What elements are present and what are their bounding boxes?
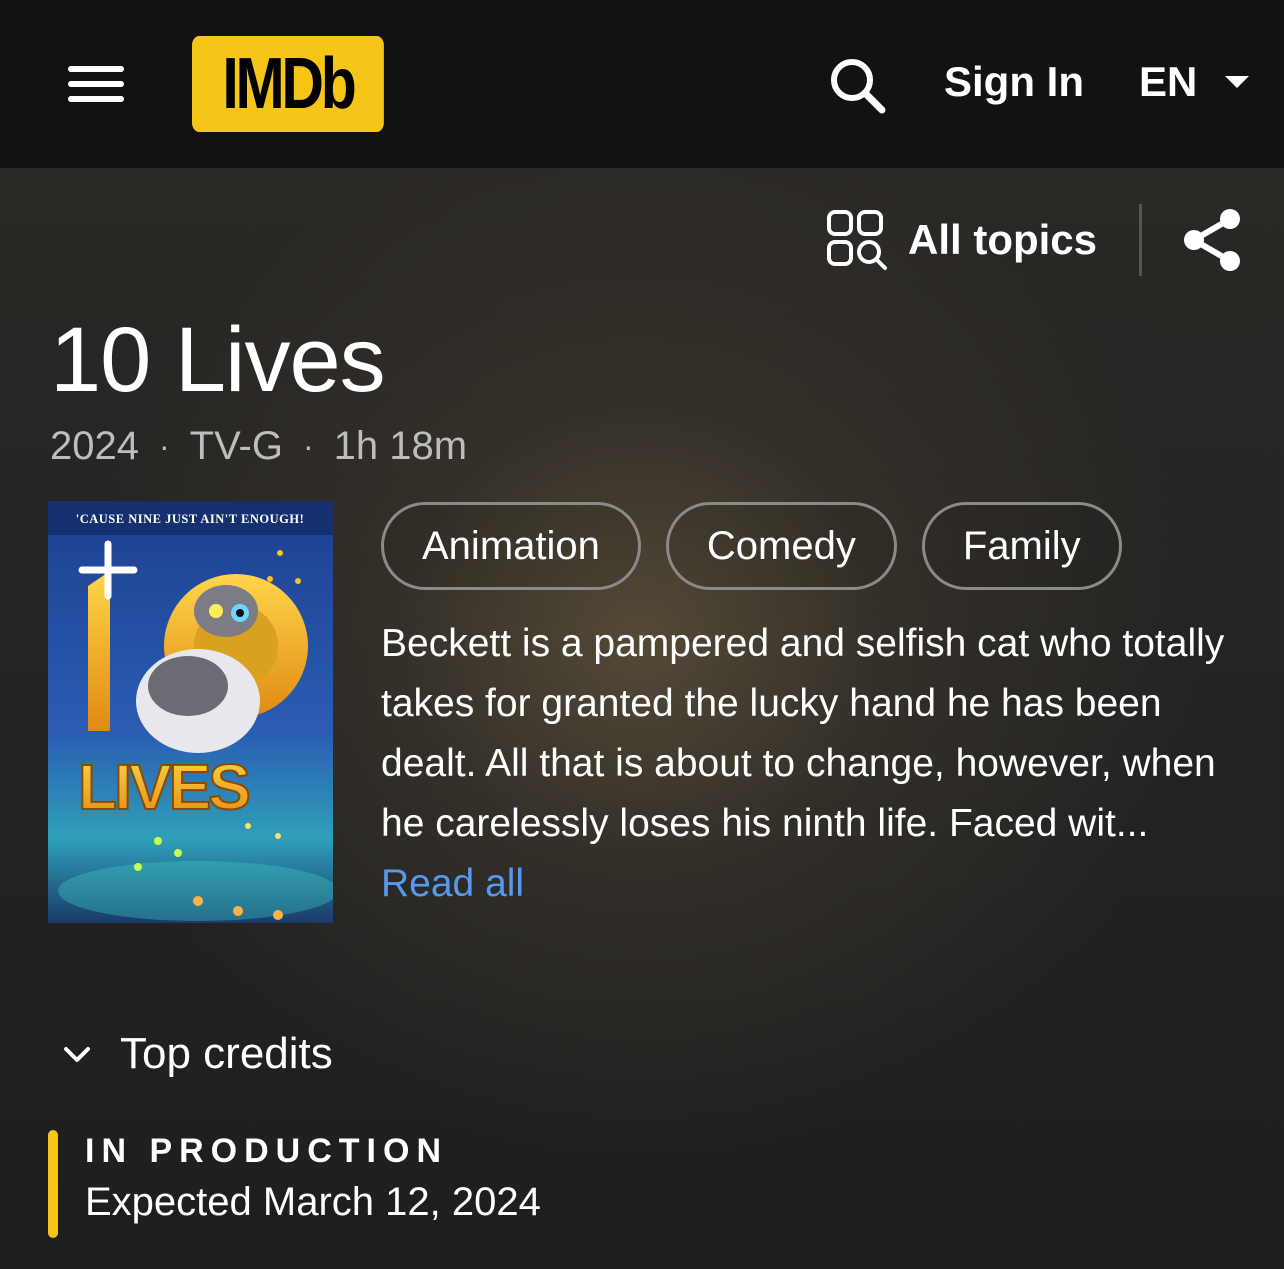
imdb-logo[interactable]: IMDb bbox=[192, 36, 384, 132]
caret-down-icon bbox=[1225, 76, 1250, 88]
expected-date: Expected March 12, 2024 bbox=[85, 1180, 541, 1224]
page-title: 10 Lives bbox=[50, 309, 386, 411]
toolbar-divider bbox=[1139, 204, 1142, 276]
production-status-bar bbox=[48, 1130, 58, 1238]
poster-tagline: 'CAUSE NINE JUST AIN'T ENOUGH! bbox=[76, 512, 304, 526]
plot-summary: Beckett is a pampered and selfish cat wh… bbox=[381, 614, 1241, 914]
chevron-down-icon bbox=[64, 1047, 90, 1062]
genre-chips: Animation Comedy Family bbox=[381, 502, 1122, 590]
all-topics-label: All topics bbox=[908, 216, 1098, 263]
genre-chip[interactable]: Comedy bbox=[665, 502, 897, 590]
menu-icon[interactable] bbox=[62, 58, 130, 110]
topics-grid-icon bbox=[827, 210, 887, 270]
content-rating[interactable]: TV-G bbox=[190, 420, 283, 472]
top-navbar: IMDb Sign In EN bbox=[0, 0, 1284, 168]
genre-chip[interactable]: Animation bbox=[381, 502, 641, 590]
plot-text: Beckett is a pampered and selfish cat wh… bbox=[381, 622, 1225, 845]
production-status: IN PRODUCTION bbox=[85, 1132, 448, 1170]
genre-chip[interactable]: Family bbox=[921, 502, 1122, 590]
search-icon[interactable] bbox=[826, 54, 890, 118]
read-all-link[interactable]: Read all bbox=[381, 862, 524, 905]
release-year[interactable]: 2024 bbox=[50, 420, 139, 472]
poster-logo-text: LIVES bbox=[78, 751, 249, 823]
sign-in-link[interactable]: Sign In bbox=[944, 56, 1084, 108]
runtime: 1h 18m bbox=[333, 424, 468, 468]
top-credits-label: Top credits bbox=[120, 1029, 333, 1078]
language-label: EN bbox=[1139, 58, 1198, 105]
add-to-watchlist-icon[interactable] bbox=[78, 540, 138, 600]
share-icon[interactable] bbox=[1180, 206, 1244, 274]
all-topics-button[interactable]: All topics bbox=[826, 208, 1097, 272]
language-selector[interactable]: EN bbox=[1139, 56, 1250, 108]
top-credits-toggle[interactable]: Top credits bbox=[60, 1024, 333, 1084]
title-metadata: 2024 · TV-G · 1h 18m bbox=[50, 420, 467, 472]
